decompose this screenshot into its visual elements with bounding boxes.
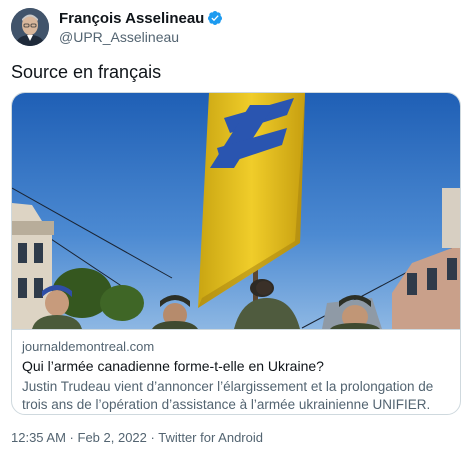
tweet-date[interactable]: Feb 2, 2022 [78,430,147,445]
avatar[interactable] [11,8,49,46]
tweet-source[interactable]: Twitter for Android [158,430,263,445]
author-names: François Asselineau @UPR_Asselineau [59,9,223,46]
tweet-header: François Asselineau @UPR_Asselineau [11,6,223,48]
card-domain: journaldemontreal.com [22,339,155,354]
tweet: François Asselineau @UPR_Asselineau Sour… [0,0,472,457]
separator: · [65,430,78,445]
card-description: Justin Trudeau vient d’annoncer l’élargi… [22,379,434,412]
card-title[interactable]: Qui l’armée canadienne forme-t-elle en U… [22,357,450,376]
tweet-text: Source en français [11,62,162,82]
display-name[interactable]: François Asselineau [59,9,204,28]
card-image[interactable] [12,93,460,329]
link-card[interactable]: journaldemontreal.com Qui l’armée canadi… [11,92,461,415]
card-meta: journaldemontreal.com Qui l’armée canadi… [12,329,460,414]
tweet-timestamp: 12:35 AM · Feb 2, 2022 · Twitter for And… [11,429,263,446]
name-row: François Asselineau [59,9,223,28]
verified-badge-icon [207,10,223,26]
author-handle[interactable]: @UPR_Asselineau [59,28,223,46]
separator: · [146,430,159,445]
tweet-time[interactable]: 12:35 AM [11,430,66,445]
